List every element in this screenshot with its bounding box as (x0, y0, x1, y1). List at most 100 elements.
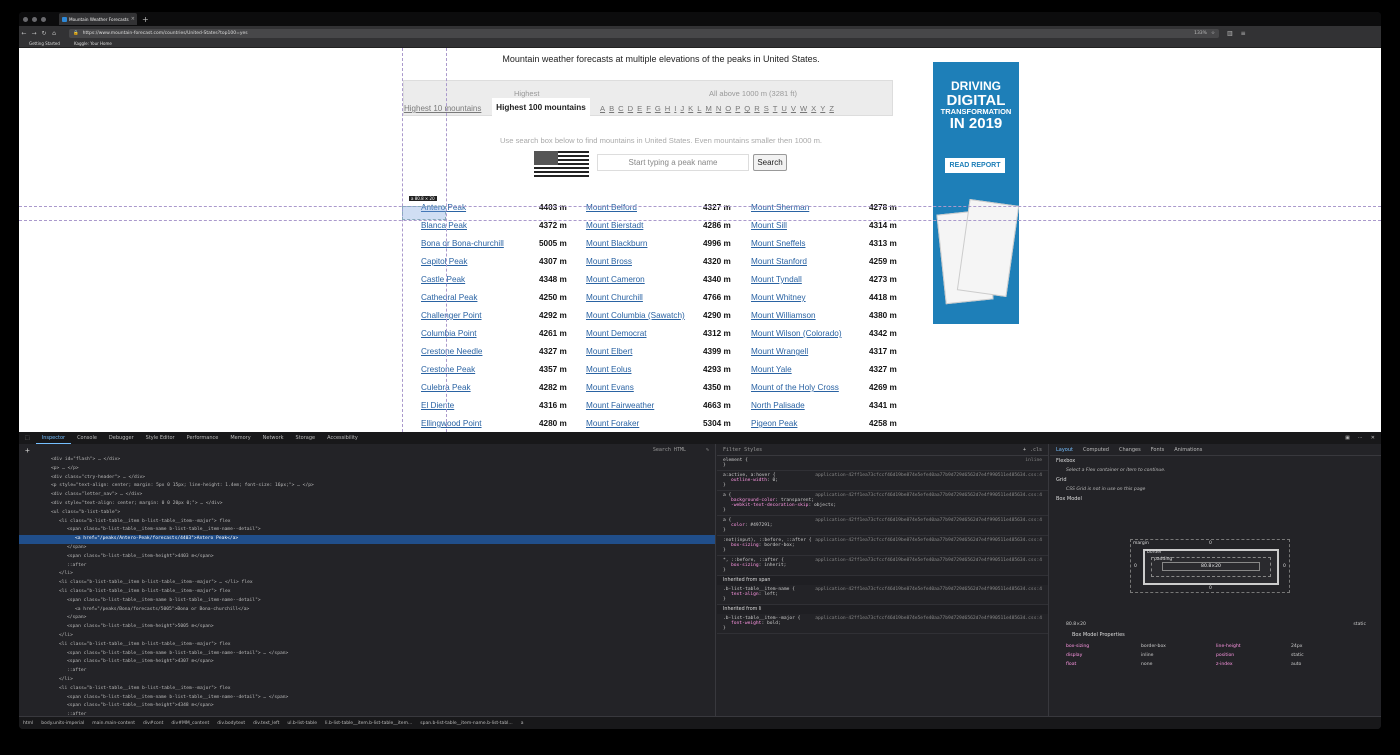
markup-line[interactable]: <span class="b-list-table__item-name b-l… (19, 650, 715, 659)
ad-read-report-button[interactable]: READ REPORT (945, 158, 1005, 173)
home-icon[interactable]: ⌂ (49, 30, 59, 37)
eyedropper-icon[interactable]: ✎ (706, 447, 709, 453)
css-property[interactable]: box-sizing (731, 543, 759, 548)
bookmark-kaggle[interactable]: Kaggle: Your Home (74, 41, 112, 46)
grid-section-title[interactable]: Grid (1050, 475, 1381, 485)
markup-line[interactable]: <div class="letter_nav"> … </div> (19, 491, 715, 500)
back-icon[interactable]: ← (19, 30, 29, 37)
css-source-link[interactable]: inline (1025, 458, 1042, 463)
letter-link-d[interactable]: D (628, 104, 633, 113)
peak-name-link[interactable]: Mount Belford (586, 203, 637, 212)
markup-line[interactable]: <a href="/peaks/Bona/forecasts/5005">Bon… (19, 606, 715, 615)
markup-line[interactable]: <li class="b-list-table__item b-list-tab… (19, 641, 715, 650)
peak-name-link[interactable]: Mount Elbert (586, 347, 632, 356)
peak-name-link[interactable]: El Diente (421, 401, 454, 410)
markup-line[interactable]: ::after (19, 562, 715, 571)
peak-name-link[interactable]: Mount Sill (751, 221, 787, 230)
css-selector[interactable]: element { (723, 458, 748, 463)
markup-line[interactable]: </span> (19, 544, 715, 553)
search-button[interactable]: Search (753, 154, 787, 171)
letter-link-s[interactable]: S (764, 104, 769, 113)
bm-margin-top[interactable]: 0 (1209, 541, 1212, 546)
breadcrumb-item[interactable]: html (23, 721, 33, 726)
peak-name-link[interactable]: Columbia Point (421, 329, 477, 338)
letter-link-b[interactable]: B (609, 104, 614, 113)
pseudo-class-toggle[interactable]: .cls (1030, 447, 1042, 453)
breadcrumb-item[interactable]: div#cont (143, 721, 163, 726)
letter-link-h[interactable]: H (665, 104, 670, 113)
letter-link-g[interactable]: G (655, 104, 661, 113)
letter-link-p[interactable]: P (735, 104, 740, 113)
css-property[interactable]: font-weight (731, 621, 761, 626)
html-search-input[interactable]: Search HTML (653, 447, 686, 453)
css-value[interactable]: 0; (773, 478, 779, 483)
close-devtools-icon[interactable]: ✕ (1371, 435, 1375, 441)
css-property[interactable]: -webkit-text-decoration-skip (731, 503, 808, 508)
letter-link-j[interactable]: J (680, 104, 684, 113)
dock-icon[interactable]: ▣ (1345, 435, 1350, 441)
peak-name-link[interactable]: Mount Bierstadt (586, 221, 643, 230)
zoom-level[interactable]: 133% (1194, 31, 1207, 36)
letter-link-y[interactable]: Y (820, 104, 825, 113)
menu-icon[interactable]: ≡ (1241, 30, 1246, 37)
devtools-tab-memory[interactable]: Memory (224, 432, 256, 444)
peak-name-link[interactable]: Mount Tyndall (751, 275, 802, 284)
markup-line[interactable]: <div style="text-align: center; margin: … (19, 500, 715, 509)
css-property[interactable]: outline-width (731, 478, 767, 483)
css-property[interactable]: box-sizing (731, 563, 759, 568)
pick-element-icon[interactable]: ⬚ (19, 432, 36, 444)
boxmodel-section-title[interactable]: Box Model (1050, 494, 1381, 504)
letter-link-z[interactable]: Z (829, 104, 834, 113)
markup-line[interactable]: <span class="b-list-table__item-height">… (19, 553, 715, 562)
bm-margin-left[interactable]: 0 (1134, 564, 1137, 569)
peak-name-link[interactable]: Mount Foraker (586, 419, 639, 428)
peak-name-link[interactable]: Mount Democrat (586, 329, 647, 338)
css-value[interactable]: inherit; (764, 563, 786, 568)
peak-name-link[interactable]: Crestone Peak (421, 365, 475, 374)
close-tab-icon[interactable]: × (131, 16, 135, 22)
peak-name-link[interactable]: Mount Columbia (Sawatch) (586, 311, 685, 320)
css-value[interactable]: border-box; (764, 543, 794, 548)
ad-banner[interactable]: DRIVING DIGITAL TRANSFORMATION IN 2019 R… (933, 62, 1020, 324)
markup-line[interactable]: <span class="b-list-table__item-name b-l… (19, 694, 715, 703)
peak-search-input[interactable]: Start typing a peak name (597, 154, 749, 171)
peak-name-link[interactable]: Mount Churchill (586, 293, 643, 302)
letter-link-q[interactable]: Q (744, 104, 750, 113)
letter-link-e[interactable]: E (637, 104, 642, 113)
letter-link-c[interactable]: C (618, 104, 623, 113)
add-node-icon[interactable]: + (25, 446, 30, 455)
flexbox-section-title[interactable]: Flexbox (1050, 456, 1381, 466)
css-source-link[interactable]: application-42ff1ea73cfccf46d19be874e5ef… (815, 473, 1042, 478)
markup-line[interactable]: <span class="b-list-table__item-height">… (19, 658, 715, 667)
css-value[interactable]: objects; (814, 503, 836, 508)
css-value[interactable]: left; (764, 592, 778, 597)
peak-name-link[interactable]: Mount Williamson (751, 311, 816, 320)
url-bar[interactable]: 🔒 https://www.mountain-forecast.com/coun… (69, 28, 1219, 38)
peak-name-link[interactable]: Mount Fairweather (586, 401, 654, 410)
css-source-link[interactable]: application-42ff1ea73cfccf46d19be874e5ef… (815, 538, 1042, 543)
sidebar-tab-layout[interactable]: Layout (1056, 447, 1073, 453)
markup-line[interactable]: <span class="b-list-table__item-name b-l… (19, 526, 715, 535)
letter-link-o[interactable]: O (725, 104, 731, 113)
devtools-tab-debugger[interactable]: Debugger (103, 432, 140, 444)
breadcrumb-item[interactable]: div.bodytext (217, 721, 245, 726)
css-source-link[interactable]: application-42ff1ea73cfccf46d19be874e5ef… (815, 493, 1042, 498)
peak-name-link[interactable]: Crestone Needle (421, 347, 482, 356)
peak-name-link[interactable]: North Palisade (751, 401, 805, 410)
letter-link-i[interactable]: I (674, 104, 676, 113)
forward-icon[interactable]: → (29, 30, 39, 37)
peak-name-link[interactable]: Cathedral Peak (421, 293, 477, 302)
markup-line[interactable]: </span> (19, 614, 715, 623)
peak-name-link[interactable]: Mount of the Holy Cross (751, 383, 839, 392)
sidebar-tab-fonts[interactable]: Fonts (1151, 447, 1165, 453)
letter-link-u[interactable]: U (781, 104, 786, 113)
markup-line[interactable]: <ul class="b-list-table"> (19, 509, 715, 518)
breadcrumb-item[interactable]: main.main-content (92, 721, 135, 726)
letter-link-f[interactable]: F (646, 104, 651, 113)
sidebar-tab-computed[interactable]: Computed (1083, 447, 1109, 453)
breadcrumb-item[interactable]: span.b-list-table__item-name.b-list-tabl… (420, 721, 512, 726)
breadcrumb-item[interactable]: div.text_left (253, 721, 279, 726)
letter-link-x[interactable]: X (811, 104, 816, 113)
star-icon[interactable]: ☆ (1211, 31, 1215, 36)
markup-line[interactable]: <span class="b-list-table__item-height">… (19, 623, 715, 632)
